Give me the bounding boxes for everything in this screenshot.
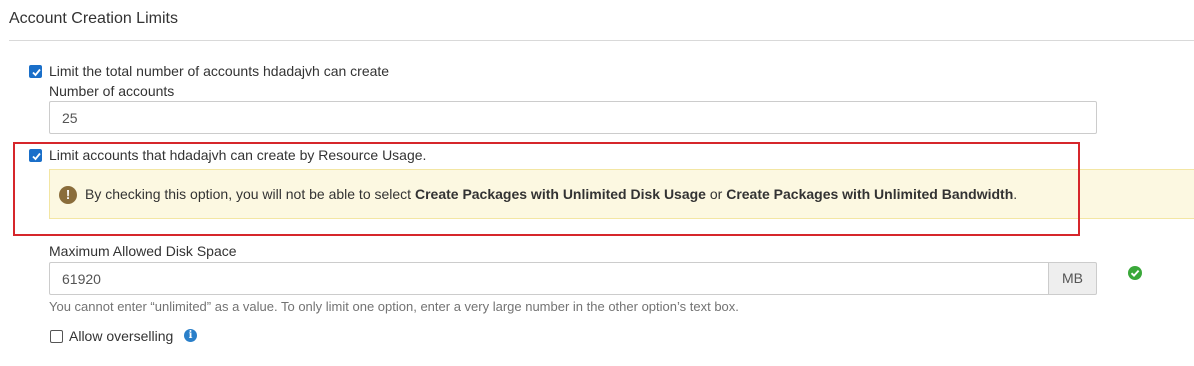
limit-total-label[interactable]: Limit the total number of accounts hdada… <box>49 63 389 79</box>
check-circle-icon <box>1128 266 1142 280</box>
disk-space-help-text: You cannot enter “unlimited” as a value.… <box>49 299 739 314</box>
limit-total-checkbox[interactable] <box>29 65 42 78</box>
disk-space-label: Maximum Allowed Disk Space <box>49 243 237 259</box>
checkmark-icon <box>32 68 41 77</box>
highlight-box <box>13 142 1080 236</box>
disk-space-input[interactable]: 61920 <box>49 262 1049 295</box>
info-icon[interactable]: i <box>184 329 197 342</box>
number-of-accounts-input[interactable]: 25 <box>49 101 1097 134</box>
number-of-accounts-label: Number of accounts <box>49 83 175 99</box>
allow-overselling-checkbox[interactable] <box>50 330 63 343</box>
section-title: Account Creation Limits <box>9 10 178 27</box>
disk-space-unit: MB <box>1049 262 1097 295</box>
allow-overselling-label[interactable]: Allow overselling <box>69 328 173 344</box>
section-divider <box>9 40 1194 41</box>
